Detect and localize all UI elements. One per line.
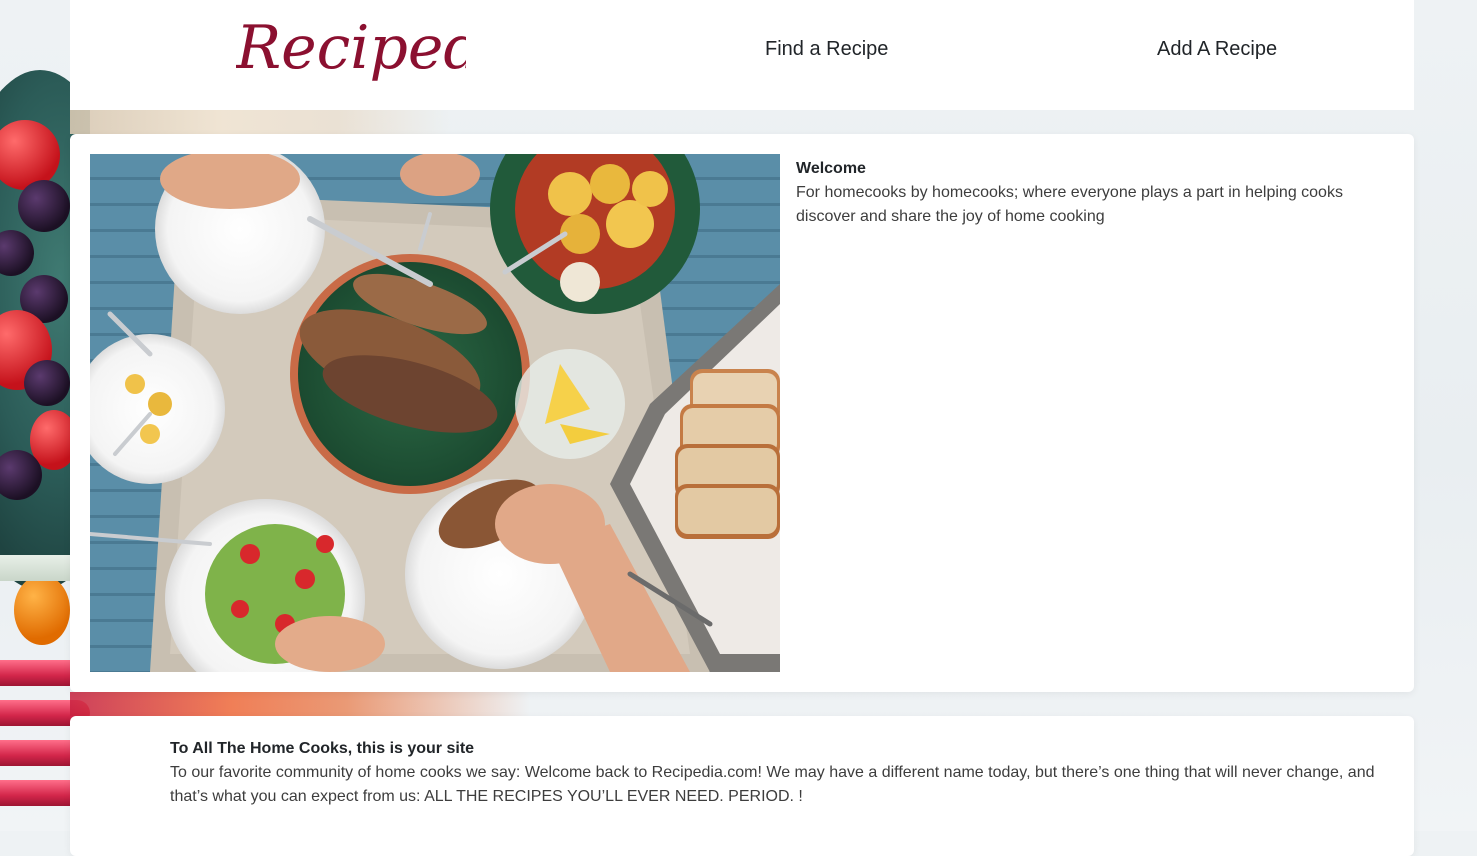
blackberry-decoration	[18, 180, 70, 232]
orange-fruit-decoration	[14, 575, 70, 645]
homecooks-title: To All The Home Cooks, this is your site	[170, 740, 475, 757]
food-table-illustration	[90, 154, 780, 672]
nav-add-recipe-link[interactable]: Add A Recipe	[1157, 38, 1277, 61]
top-navbar: Recipedia Find a Recipe Add A Recipe	[70, 0, 1414, 110]
welcome-body: For homecooks by homecooks; where everyo…	[796, 184, 1343, 225]
nav-find-recipe-link[interactable]: Find a Recipe	[765, 38, 888, 61]
hero-food-image	[90, 154, 780, 672]
recipedia-logo: Recipedia	[236, 13, 466, 83]
brand-logo-link[interactable]: Recipedia	[236, 0, 466, 100]
blackberry-decoration	[24, 360, 70, 406]
welcome-title: Welcome	[796, 160, 866, 177]
background-fruit-strip	[70, 692, 530, 716]
welcome-card: Welcome For homecooks by homecooks; wher…	[70, 134, 1414, 692]
homecooks-text-block: To All The Home Cooks, this is your site…	[170, 737, 1380, 809]
background-table-strip	[70, 110, 450, 134]
welcome-text-block: Welcome For homecooks by homecooks; wher…	[796, 157, 1376, 229]
homecooks-body: To our favorite community of home cooks …	[170, 764, 1375, 805]
svg-text:Recipedia: Recipedia	[236, 13, 466, 83]
homecooks-card: To All The Home Cooks, this is your site…	[70, 716, 1414, 856]
